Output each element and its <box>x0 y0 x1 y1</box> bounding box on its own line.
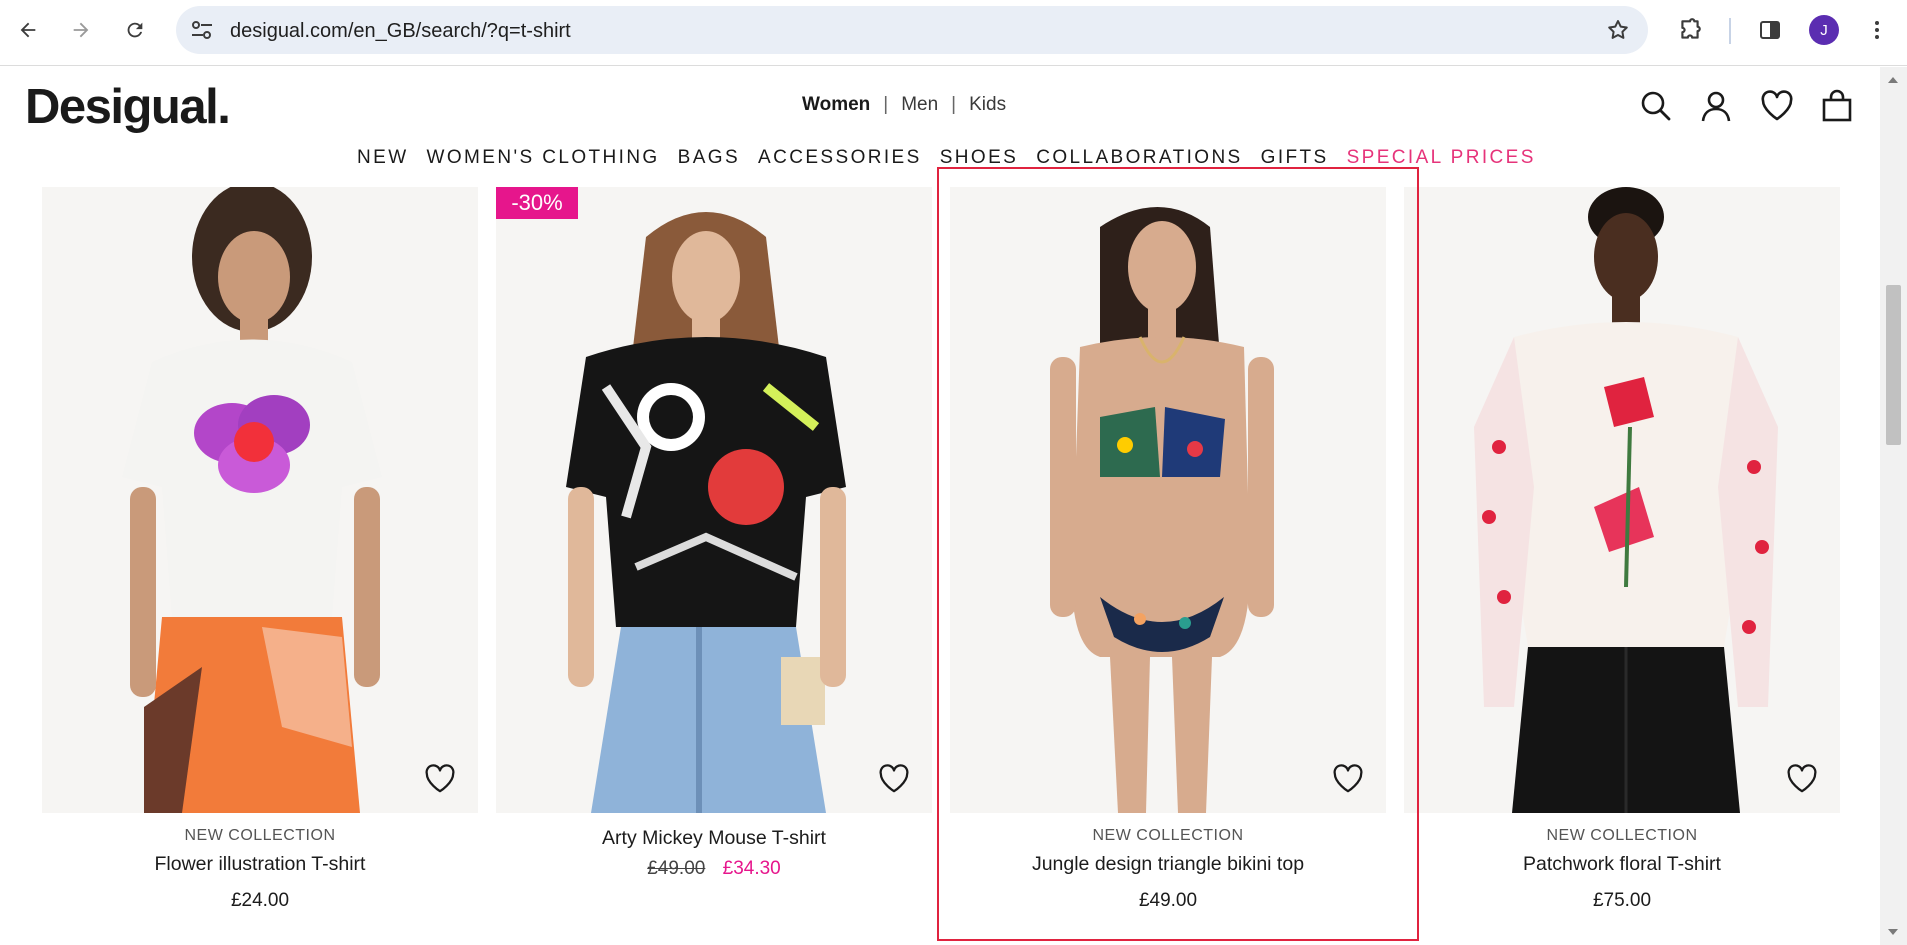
product-name[interactable]: Arty Mickey Mouse T-shirt <box>496 827 932 850</box>
collection-tag: NEW COLLECTION <box>1092 827 1244 844</box>
wishlist-heart-icon[interactable] <box>424 763 456 795</box>
nav-bags[interactable]: BAGS <box>678 147 740 169</box>
site-header: Desigual. Women | Men | Kids NEW WOMEN'S… <box>0 67 1880 187</box>
product-price: £24.00 <box>230 890 290 911</box>
page-scrollbar[interactable] <box>1880 67 1907 945</box>
tab-men[interactable]: Men <box>901 94 938 116</box>
back-button[interactable] <box>10 12 46 48</box>
tab-separator: | <box>883 94 889 115</box>
extensions-icon <box>1681 18 1701 39</box>
product-card[interactable]: NEW COLLECTION Flower illustration T-shi… <box>42 187 478 912</box>
product-name[interactable]: Flower illustration T-shirt <box>42 853 478 876</box>
site-info-icon[interactable] <box>190 19 214 41</box>
tab-women[interactable]: Women <box>802 94 870 116</box>
gender-tabs: Women | Men | Kids <box>802 94 1006 116</box>
nav-gifts[interactable]: GIFTS <box>1261 147 1329 169</box>
bookmark-star-icon[interactable] <box>1606 18 1630 42</box>
toolbar-divider <box>1729 18 1731 44</box>
product-grid: NEW COLLECTION Flower illustration T-shi… <box>0 187 1880 945</box>
profile-avatar[interactable]: J <box>1809 15 1839 45</box>
scroll-down-arrow[interactable] <box>1888 929 1898 935</box>
side-panel-icon <box>1760 21 1780 39</box>
product-image[interactable] <box>950 187 1386 813</box>
forward-button[interactable] <box>63 12 99 48</box>
scroll-thumb[interactable] <box>1886 285 1901 445</box>
back-arrow-icon <box>20 22 36 38</box>
reload-icon <box>127 22 143 38</box>
discount-badge: -30% <box>496 187 578 219</box>
product-name[interactable]: Jungle design triangle bikini top <box>950 853 1386 876</box>
model-photo <box>1050 207 1274 813</box>
scroll-up-arrow[interactable] <box>1888 77 1898 83</box>
tab-separator: | <box>951 94 957 115</box>
product-image[interactable] <box>1404 187 1840 813</box>
main-nav: NEW WOMEN'S CLOTHING BAGS ACCESSORIES SH… <box>357 147 1554 169</box>
nav-collaborations[interactable]: COLLABORATIONS <box>1036 147 1242 169</box>
browser-menu-button[interactable] <box>1859 12 1895 48</box>
model-photo <box>122 187 382 813</box>
model-photo <box>566 212 846 813</box>
menu-dots-icon <box>1875 21 1879 39</box>
model-photo <box>1474 187 1778 813</box>
forward-arrow-icon <box>73 22 89 38</box>
sale-price: £34.30 <box>722 858 781 879</box>
tab-kids[interactable]: Kids <box>969 94 1006 116</box>
wishlist-heart-icon[interactable] <box>1786 763 1818 795</box>
product-card[interactable]: -30% Arty Mickey Mouse T-shirt £49.00 £3… <box>496 187 932 880</box>
wishlist-heart-icon[interactable] <box>878 763 910 795</box>
reload-button[interactable] <box>117 12 153 48</box>
product-price: £75.00 <box>1592 890 1652 911</box>
search-icon[interactable] <box>1639 89 1673 123</box>
original-price: £49.00 <box>647 858 706 879</box>
address-bar[interactable]: desigual.com/en_GB/search/?q=t-shirt <box>176 6 1648 54</box>
desigual-logo[interactable]: Desigual. <box>25 79 231 135</box>
nav-new[interactable]: NEW <box>357 147 409 169</box>
browser-toolbar: desigual.com/en_GB/search/?q=t-shirt J <box>0 0 1907 66</box>
product-prices: £49.00 £34.30 <box>496 858 932 880</box>
collection-tag: NEW COLLECTION <box>184 827 336 844</box>
nav-shoes[interactable]: SHOES <box>940 147 1019 169</box>
product-name[interactable]: Patchwork floral T-shirt <box>1404 853 1840 876</box>
nav-special-prices[interactable]: SPECIAL PRICES <box>1347 147 1536 169</box>
account-icon[interactable] <box>1699 89 1733 123</box>
nav-accessories[interactable]: ACCESSORIES <box>758 147 922 169</box>
product-image[interactable]: -30% <box>496 187 932 813</box>
nav-womens-clothing[interactable]: WOMEN'S CLOTHING <box>427 147 660 169</box>
bag-icon[interactable] <box>1820 89 1854 123</box>
url-text[interactable]: desigual.com/en_GB/search/?q=t-shirt <box>230 20 571 43</box>
wishlist-icon[interactable] <box>1760 89 1794 123</box>
collection-tag: NEW COLLECTION <box>1546 827 1698 844</box>
product-price: £49.00 <box>1138 890 1198 911</box>
product-card[interactable]: NEW COLLECTION Jungle design triangle bi… <box>950 187 1386 912</box>
side-panel-button[interactable] <box>1752 12 1788 48</box>
wishlist-heart-icon[interactable] <box>1332 763 1364 795</box>
product-card[interactable]: NEW COLLECTION Patchwork floral T-shirt … <box>1404 187 1840 912</box>
extensions-button[interactable] <box>1672 12 1708 48</box>
product-image[interactable] <box>42 187 478 813</box>
